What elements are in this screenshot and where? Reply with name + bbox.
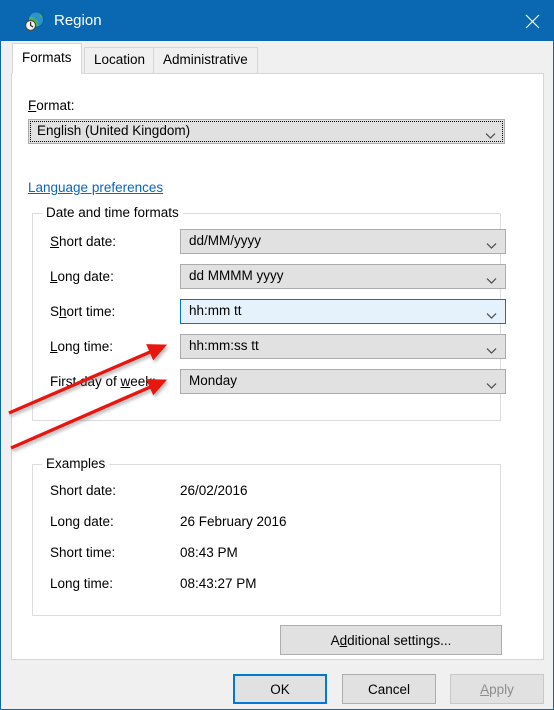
short-time-label: Short time: bbox=[50, 304, 116, 319]
date-time-formats-legend: Date and time formats bbox=[42, 205, 183, 220]
apply-button: Apply bbox=[450, 674, 544, 704]
ok-button[interactable]: OK bbox=[233, 674, 327, 704]
region-globe-clock-icon bbox=[24, 10, 46, 32]
date-time-formats-group: Date and time formats Short date: dd/MM/… bbox=[32, 205, 506, 421]
examples-group: Examples Short date: 26/02/2016 Long dat… bbox=[32, 456, 501, 616]
dialog-footer: OK Cancel Apply bbox=[1, 664, 553, 709]
cancel-button-label: Cancel bbox=[367, 681, 411, 697]
additional-settings-label: Additional settings... bbox=[330, 632, 452, 648]
long-date-combobox[interactable]: dd MMMM yyyy bbox=[180, 264, 506, 289]
region-dialog: Region Formats Location Administrative F… bbox=[0, 0, 554, 710]
short-date-label: Short date: bbox=[50, 234, 117, 249]
tab-administrative-label: Administrative bbox=[163, 52, 248, 67]
short-time-combobox[interactable]: hh:mm tt bbox=[180, 299, 506, 324]
format-combobox[interactable]: English (United Kingdom) bbox=[28, 119, 505, 144]
ok-button-label: OK bbox=[270, 681, 290, 697]
tab-location-label: Location bbox=[94, 52, 146, 67]
example-long-time-value: 08:43:27 PM bbox=[180, 576, 257, 591]
tab-location[interactable]: Location bbox=[84, 47, 156, 74]
long-time-value: hh:mm:ss tt bbox=[189, 338, 259, 353]
format-label: Format: bbox=[28, 98, 75, 113]
example-short-date-label: Short date: bbox=[50, 483, 117, 498]
short-time-value: hh:mm tt bbox=[189, 303, 242, 318]
example-long-date-value: 26 February 2016 bbox=[180, 514, 287, 529]
tab-administrative[interactable]: Administrative bbox=[153, 47, 258, 74]
chevron-down-icon bbox=[486, 378, 497, 389]
short-date-combobox[interactable]: dd/MM/yyyy bbox=[180, 229, 506, 254]
apply-button-label: Apply bbox=[480, 681, 514, 697]
example-short-time-label: Short time: bbox=[50, 545, 116, 560]
tab-formats-label: Formats bbox=[22, 50, 72, 65]
tab-strip: Formats Location Administrative bbox=[1, 41, 553, 74]
long-time-combobox[interactable]: hh:mm:ss tt bbox=[180, 334, 506, 359]
format-combobox-value: English (United Kingdom) bbox=[37, 123, 191, 138]
close-icon[interactable] bbox=[509, 1, 553, 41]
chevron-down-icon bbox=[485, 128, 496, 139]
cancel-button[interactable]: Cancel bbox=[342, 674, 436, 704]
title-bar: Region bbox=[1, 1, 553, 41]
formats-tab-panel: Format: English (United Kingdom) Languag… bbox=[11, 73, 544, 660]
long-date-value: dd MMMM yyyy bbox=[189, 268, 284, 283]
chevron-down-icon bbox=[486, 273, 497, 284]
example-long-time-label: Long time: bbox=[50, 576, 114, 591]
long-time-label: Long time: bbox=[50, 339, 114, 354]
example-short-date-value: 26/02/2016 bbox=[180, 483, 248, 498]
examples-legend: Examples bbox=[42, 456, 110, 471]
example-short-time-value: 08:43 PM bbox=[180, 545, 238, 560]
window-title: Region bbox=[54, 12, 102, 29]
chevron-down-icon bbox=[486, 343, 497, 354]
first-day-of-week-label: First day of week: bbox=[50, 374, 156, 389]
chevron-down-icon bbox=[486, 308, 497, 319]
example-long-date-label: Long date: bbox=[50, 514, 114, 529]
short-date-value: dd/MM/yyyy bbox=[189, 233, 262, 248]
language-preferences-link[interactable]: Language preferences bbox=[28, 180, 163, 195]
long-date-label: Long date: bbox=[50, 269, 114, 284]
first-day-of-week-value: Monday bbox=[189, 373, 238, 388]
tab-formats[interactable]: Formats bbox=[12, 43, 82, 74]
first-day-of-week-combobox[interactable]: Monday bbox=[180, 369, 506, 394]
chevron-down-icon bbox=[486, 238, 497, 249]
additional-settings-button[interactable]: Additional settings... bbox=[280, 625, 502, 655]
